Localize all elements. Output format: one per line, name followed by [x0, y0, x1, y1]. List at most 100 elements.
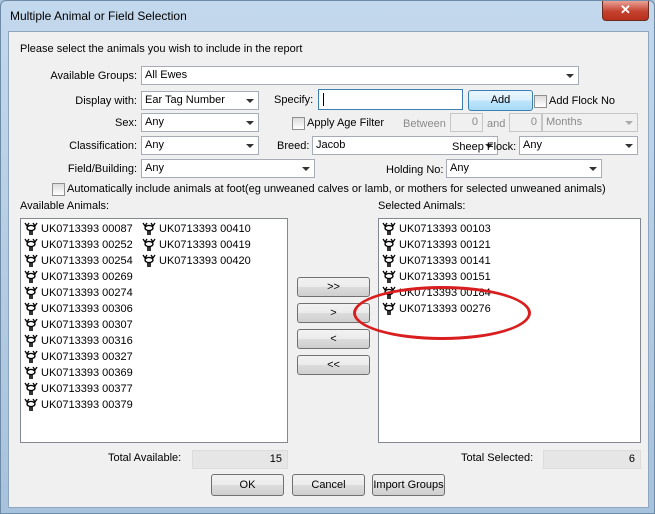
animal-tag: UK0713393 00151	[399, 271, 491, 283]
sheep-icon	[141, 238, 159, 252]
sex-label: Sex:	[114, 117, 137, 129]
classification-select[interactable]: Any	[141, 136, 259, 155]
sheep-icon	[141, 254, 159, 268]
and-label: and	[487, 118, 506, 130]
list-item[interactable]: UK0713393 00274	[23, 285, 133, 301]
sheep-icon	[23, 318, 41, 332]
sheep-icon	[141, 222, 159, 236]
age-to-value: 0	[530, 116, 537, 128]
sheep-icon	[381, 270, 399, 284]
list-item[interactable]: UK0713393 00121	[381, 237, 491, 253]
animal-tag: UK0713393 00420	[159, 255, 251, 267]
sheep-flock-select[interactable]: Any	[519, 136, 638, 155]
total-available-label: Total Available:	[108, 452, 182, 464]
list-item[interactable]: UK0713393 00087	[23, 221, 133, 237]
age-from-value: 0	[471, 116, 478, 128]
list-item[interactable]: UK0713393 00252	[23, 237, 133, 253]
age-unit-select[interactable]: Months	[542, 113, 638, 132]
animal-tag: UK0713393 00379	[41, 399, 133, 411]
list-item[interactable]: UK0713393 00327	[23, 349, 133, 365]
sheep-icon	[23, 350, 41, 364]
total-selected-label: Total Selected:	[461, 452, 534, 464]
between-label: Between	[403, 118, 446, 130]
animal-tag: UK0713393 00307	[41, 319, 133, 331]
age-unit-value: Months	[546, 116, 583, 128]
list-item[interactable]: UK0713393 00379	[23, 397, 133, 413]
age-to-input[interactable]: 0	[509, 113, 542, 132]
list-item[interactable]: UK0713393 00410	[141, 221, 251, 237]
sheep-icon	[23, 270, 41, 284]
list-item[interactable]: UK0713393 00103	[381, 221, 491, 237]
field-building-label: Field/Building:	[67, 163, 137, 175]
display-with-value: Ear Tag Number	[145, 94, 225, 106]
animal-tag: UK0713393 00087	[41, 223, 133, 235]
age-from-input[interactable]: 0	[450, 113, 483, 132]
holding-no-label: Holding No:	[386, 164, 444, 176]
sheep-icon	[23, 254, 41, 268]
holding-no-value: Any	[450, 162, 469, 174]
dialog-body: Please select the animals you wish to in…	[8, 31, 649, 508]
available-animals-list[interactable]: UK0713393 00087 UK0713393 00252 UK0713393 …	[20, 218, 288, 443]
holding-no-select[interactable]: Any	[446, 159, 602, 178]
animal-tag: UK0713393 00316	[41, 335, 133, 347]
list-item[interactable]: UK0713393 00269	[23, 269, 133, 285]
auto-include-checkbox[interactable]	[52, 183, 65, 196]
list-item[interactable]: UK0713393 00377	[23, 381, 133, 397]
list-item[interactable]: UK0713393 00254	[23, 253, 133, 269]
classification-label: Classification:	[69, 140, 137, 152]
cancel-button[interactable]: Cancel	[292, 474, 365, 496]
list-item[interactable]: UK0713393 00307	[23, 317, 133, 333]
available-groups-select[interactable]: All Ewes	[141, 66, 579, 85]
sheep-icon	[23, 382, 41, 396]
sheep-icon	[23, 366, 41, 380]
animal-tag: UK0713393 00369	[41, 367, 133, 379]
available-groups-value: All Ewes	[145, 69, 188, 81]
classification-value: Any	[145, 139, 164, 151]
display-with-select[interactable]: Ear Tag Number	[141, 91, 259, 110]
add-flock-no-checkbox[interactable]	[534, 95, 547, 108]
available-animals-label: Available Animals:	[20, 200, 110, 212]
list-item[interactable]: UK0713393 00420	[141, 253, 251, 269]
title-bar: Multiple Animal or Field Selection ✕	[1, 1, 654, 31]
dialog-window: Multiple Animal or Field Selection ✕ Ple…	[0, 0, 655, 514]
animal-tag: UK0713393 00269	[41, 271, 133, 283]
apply-age-filter-checkbox[interactable]	[292, 117, 305, 130]
animal-tag: UK0713393 00410	[159, 223, 251, 235]
list-item[interactable]: UK0713393 00369	[23, 365, 133, 381]
auto-include-label: Automatically include animals at foot(eg…	[67, 183, 606, 195]
chevron-down-icon	[246, 144, 254, 148]
animal-tag: UK0713393 00141	[399, 255, 491, 267]
chevron-down-icon	[589, 167, 597, 171]
sheep-icon	[23, 334, 41, 348]
field-building-select[interactable]: Any	[141, 159, 315, 178]
remove-selected-button[interactable]: <	[297, 329, 370, 349]
sheep-icon	[381, 222, 399, 236]
sheep-flock-value: Any	[523, 139, 542, 151]
chevron-down-icon	[246, 99, 254, 103]
add-all-button[interactable]: >>	[297, 277, 370, 297]
sheep-icon	[23, 286, 41, 300]
list-item[interactable]: UK0713393 00316	[23, 333, 133, 349]
add-flock-no-label: Add Flock No	[549, 95, 616, 107]
add-button[interactable]: Add	[468, 90, 533, 111]
ok-button[interactable]: OK	[211, 474, 284, 496]
sex-select[interactable]: Any	[141, 113, 259, 132]
list-item[interactable]: UK0713393 00306	[23, 301, 133, 317]
list-item[interactable]: UK0713393 00141	[381, 253, 491, 269]
annotation-ellipse	[353, 286, 531, 340]
list-item[interactable]: UK0713393 00151	[381, 269, 491, 285]
sheep-flock-label: Sheep Flock:	[452, 141, 517, 153]
animal-tag: UK0713393 00103	[399, 223, 491, 235]
breed-value: Jacob	[316, 139, 346, 151]
remove-all-button[interactable]: <<	[297, 355, 370, 375]
total-available-field: 15	[192, 450, 288, 469]
breed-label: Breed:	[277, 140, 310, 152]
instruction-text: Please select the animals you wish to in…	[20, 43, 303, 55]
list-item[interactable]: UK0713393 00419	[141, 237, 251, 253]
chevron-down-icon	[625, 144, 633, 148]
specify-input[interactable]	[318, 89, 463, 110]
selected-animals-label: Selected Animals:	[378, 200, 466, 212]
import-groups-button[interactable]: Import Groups	[372, 474, 445, 496]
specify-label: Specify:	[274, 94, 314, 106]
close-icon[interactable]: ✕	[602, 1, 649, 21]
